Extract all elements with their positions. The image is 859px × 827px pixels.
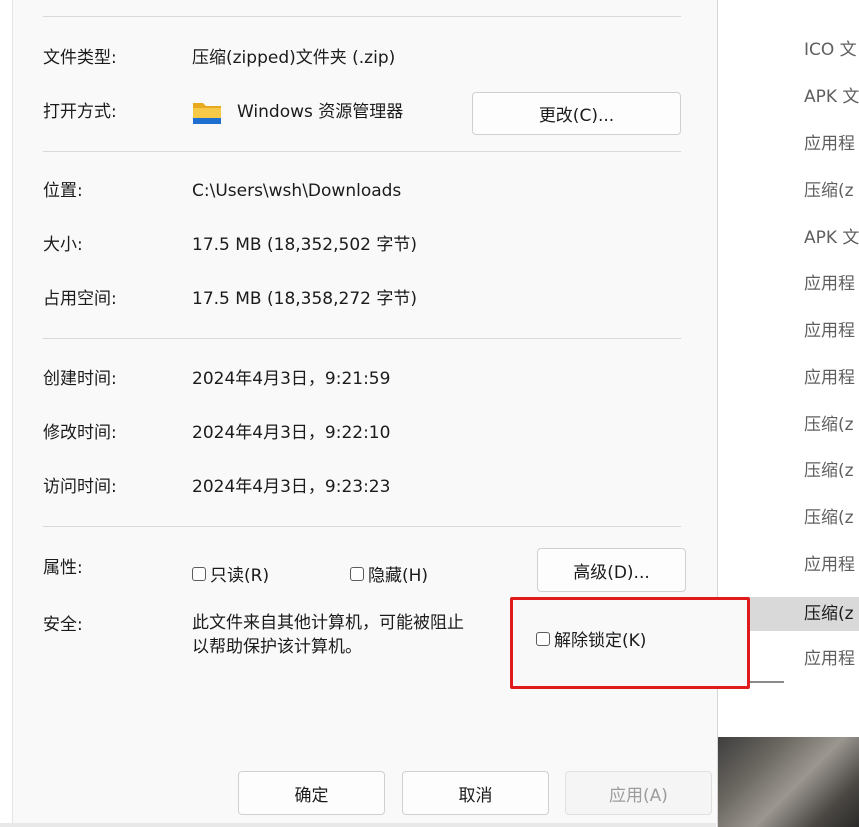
security-label: 安全:: [43, 615, 83, 635]
folder-icon: [193, 103, 221, 124]
divider: [43, 338, 681, 339]
divider: [43, 151, 681, 152]
divider: [43, 16, 681, 17]
dialog-shadow: [0, 823, 716, 827]
ok-button[interactable]: 确定: [238, 771, 385, 815]
list-item[interactable]: ICO 文: [804, 38, 857, 62]
checkbox-box[interactable]: [192, 566, 206, 581]
red-highlight-annotation: [510, 597, 750, 689]
list-item[interactable]: 应用程: [804, 132, 855, 156]
list-item[interactable]: 压缩(z: [804, 459, 854, 483]
list-item[interactable]: 应用程: [804, 366, 855, 390]
list-item[interactable]: 应用程: [804, 647, 855, 671]
location-label: 位置:: [43, 181, 83, 201]
accessed-label: 访问时间:: [43, 477, 117, 497]
readonly-checkbox-label: 只读(R): [210, 566, 270, 586]
size-on-disk-label: 占用空间:: [43, 289, 117, 309]
opens-with-label: 打开方式:: [43, 102, 117, 122]
desktop-wallpaper: [716, 737, 859, 827]
accessed-value: 2024年4月3日，9:23:23: [192, 477, 391, 497]
security-message: 此文件来自其他计算机，可能被阻止 以帮助保护该计算机。: [192, 613, 464, 657]
properties-dialog: 文件类型: 压缩(zipped)文件夹 (.zip) 打开方式: Windows…: [12, 0, 718, 827]
cancel-button[interactable]: 取消: [402, 771, 549, 815]
list-item[interactable]: 压缩(z: [804, 413, 854, 437]
list-item[interactable]: 应用程: [804, 553, 855, 577]
list-item[interactable]: 压缩(z: [804, 179, 854, 203]
size-on-disk-value: 17.5 MB (18,358,272 字节): [192, 289, 417, 309]
list-item[interactable]: APK 文: [804, 226, 859, 250]
list-item[interactable]: APK 文: [804, 85, 859, 109]
file-type-value: 压缩(zipped)文件夹 (.zip): [192, 48, 396, 68]
list-item-label: 压缩(z: [804, 604, 854, 624]
readonly-checkbox[interactable]: 只读(R): [192, 561, 269, 586]
divider: [43, 526, 681, 527]
opens-with-value: Windows 资源管理器: [237, 102, 404, 122]
change-button[interactable]: 更改(C)...: [472, 92, 681, 135]
list-item[interactable]: 压缩(z: [804, 506, 854, 530]
list-item[interactable]: 应用程: [804, 272, 855, 296]
list-item[interactable]: 应用程: [804, 319, 855, 343]
modified-value: 2024年4月3日，9:22:10: [192, 423, 391, 443]
created-value: 2024年4月3日，9:21:59: [192, 369, 391, 389]
checkbox-box[interactable]: [350, 566, 364, 581]
modified-label: 修改时间:: [43, 423, 117, 443]
size-label: 大小:: [43, 235, 83, 255]
hidden-checkbox[interactable]: 隐藏(H): [350, 561, 428, 586]
apply-button[interactable]: 应用(A): [565, 771, 712, 815]
file-type-label: 文件类型:: [43, 48, 117, 68]
created-label: 创建时间:: [43, 369, 117, 389]
advanced-button[interactable]: 高级(D)...: [537, 548, 686, 592]
hidden-checkbox-label: 隐藏(H): [368, 566, 429, 586]
attributes-label: 属性:: [43, 558, 83, 578]
size-value: 17.5 MB (18,352,502 字节): [192, 235, 417, 255]
location-value: C:\Users\wsh\Downloads: [192, 181, 402, 201]
